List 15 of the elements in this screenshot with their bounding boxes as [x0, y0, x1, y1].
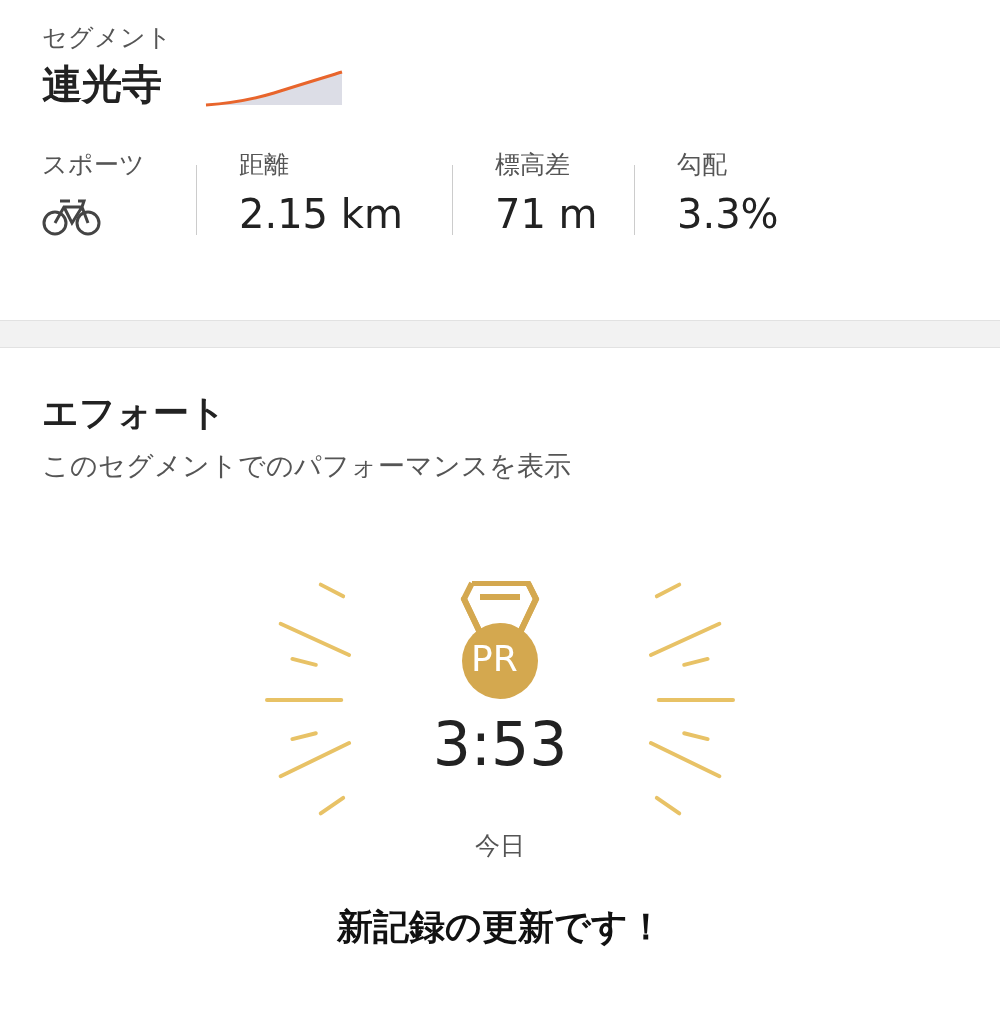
section-label: セグメント [42, 22, 172, 54]
section-subtitle: このセグメントでのパフォーマンスを表示 [42, 449, 571, 483]
effort-time: 3:53 [432, 707, 568, 781]
medal-label: PR [471, 640, 518, 677]
stat-value: 2.15 km [239, 189, 403, 239]
effort-date: 今日 [475, 829, 525, 862]
section-title: エフォート [42, 391, 226, 435]
stat-label: 標高差 [495, 149, 570, 181]
stat-label: スポーツ [42, 149, 145, 181]
segment-name: 連光寺 [42, 60, 162, 110]
stat-value: 3.3% [677, 189, 779, 239]
stat-label: 勾配 [677, 149, 727, 181]
stat-value: 71 m [495, 189, 598, 239]
record-message: 新記録の更新です！ [336, 905, 664, 950]
stat-label: 距離 [239, 149, 289, 181]
